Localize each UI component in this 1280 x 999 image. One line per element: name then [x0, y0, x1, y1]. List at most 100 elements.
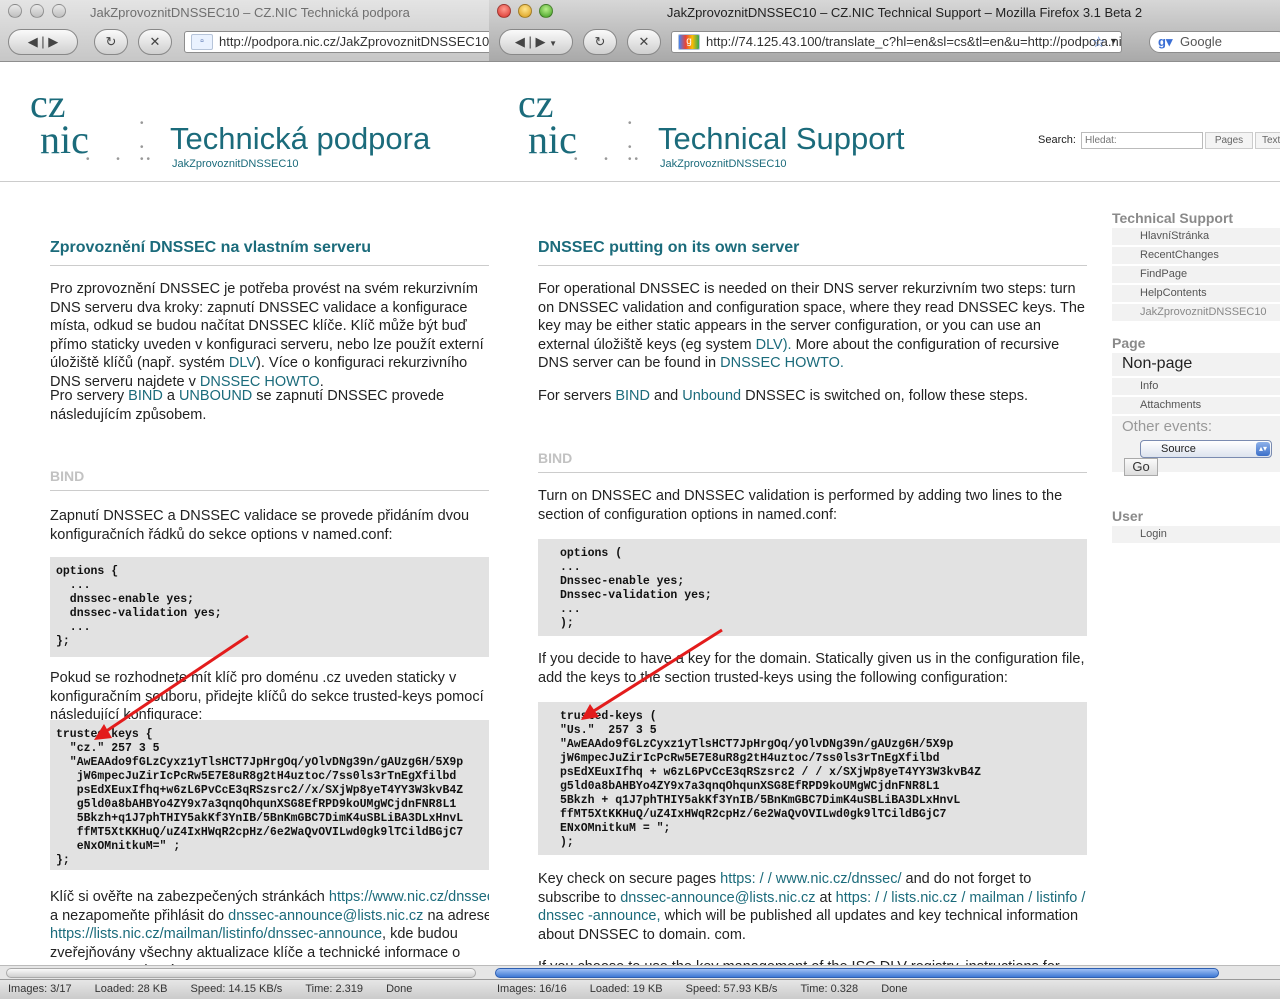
back-forward-buttons[interactable]: ◀ | ▶ ▼	[499, 29, 573, 55]
google-search-icon[interactable]: g▾	[1158, 32, 1172, 52]
servers-text-mid: a	[162, 388, 179, 404]
intro-paragraph: For operational DNSSEC is needed on thei…	[538, 280, 1087, 373]
stop-icon: ✕	[149, 34, 161, 49]
announce-email-link[interactable]: dnssec-announce@lists.nic.cz	[228, 908, 423, 924]
servers-text-mid: and	[650, 388, 683, 404]
google-favicon-icon: g	[678, 34, 700, 50]
status-loaded: Loaded: 19 KB	[589, 983, 663, 995]
verify-text-mid2: at	[815, 889, 836, 906]
history-dropdown-icon[interactable]: ▼	[549, 39, 557, 48]
verify-text-mid2: na adrese	[423, 907, 489, 924]
bind-section-heading: BIND	[50, 468, 489, 491]
unbound-link[interactable]: Unbound	[682, 388, 741, 404]
status-state: Done	[386, 983, 413, 995]
sidebar-page-current: Non-page	[1112, 353, 1280, 376]
forward-arrow-icon[interactable]: ▶	[48, 34, 58, 49]
browser-window-czech[interactable]: JakZprovoznitDNSSEC10 – CZ.NIC Technická…	[0, 0, 489, 999]
browser-window-english[interactable]: JakZprovoznitDNSSEC10 – CZ.NIC Technical…	[489, 0, 1280, 999]
go-button[interactable]: Go	[1124, 458, 1158, 476]
nic-dnssec-link[interactable]: https: / / www.nic.cz/dnssec/	[720, 871, 901, 887]
status-images: Images: 3/17	[8, 983, 72, 995]
zoom-window-button[interactable]	[52, 4, 66, 18]
search-label: Search:	[1038, 134, 1076, 146]
search-text-button[interactable]: Text	[1255, 132, 1280, 149]
site-title: Technical Support	[658, 121, 905, 156]
servers-text: Pro servery	[50, 388, 129, 404]
forward-arrow-icon[interactable]: ▶	[536, 34, 546, 49]
nic-dnssec-link[interactable]: https://www.nic.cz/dnssec/	[329, 889, 489, 905]
logo-dots-vertical-icon: • • •	[628, 118, 632, 165]
url-bar[interactable]: g http://74.125.43.100/translate_c?hl=en…	[671, 31, 1122, 53]
minimize-window-button[interactable]	[30, 4, 44, 18]
search-engine-box[interactable]: g▾ Google	[1149, 31, 1280, 53]
scroll-thumb[interactable]	[6, 968, 476, 978]
cznic-logo[interactable]: cz nic	[30, 84, 89, 160]
reload-button[interactable]: ↻	[94, 29, 128, 55]
sidebar-heading-technical-support: Technical Support	[1112, 210, 1234, 226]
site-header: cz nic • • • • • • Technická podpora JakZp…	[0, 62, 489, 182]
trusted-keys-paragraph: If you decide to have a key for the doma…	[538, 651, 1085, 686]
url-text: http://74.125.43.100/translate_c?hl=en&s…	[706, 34, 1122, 49]
bind-link[interactable]: BIND	[128, 388, 163, 404]
sidebar-item-info[interactable]: Info	[1112, 378, 1280, 395]
bind-paragraph: Zapnutí DNSSEC a DNSSEC validace se prov…	[50, 508, 470, 543]
cznic-logo[interactable]: cz nic	[518, 84, 577, 160]
bind-paragraph: Turn on DNSSEC and DNSSEC validation is …	[538, 488, 1063, 523]
page-content: DNSSEC putting on its own server For ope…	[489, 182, 1280, 999]
url-dropdown-icon[interactable]: ▼	[1109, 36, 1118, 46]
dlv-link[interactable]: DLV	[229, 355, 256, 371]
url-text: http://podpora.nic.cz/JakZprovoznitDNSSE…	[219, 34, 489, 49]
bind-link[interactable]: BIND	[615, 388, 650, 404]
search-pages-button[interactable]: Pages	[1205, 132, 1253, 149]
sidebar-item-login[interactable]: Login	[1112, 526, 1280, 543]
status-time: Time: 0.328	[800, 983, 859, 995]
sidebar-item-findpage[interactable]: FindPage	[1112, 266, 1280, 283]
verify-paragraph: Key check on secure pages https: / / www…	[538, 870, 1087, 944]
wiki-sidebar: Technical Support HlavníStránka RecentCh…	[1112, 206, 1280, 543]
back-forward-buttons[interactable]: ◀ | ▶	[8, 29, 78, 55]
sidebar-item-recentchanges[interactable]: RecentChanges	[1112, 247, 1280, 264]
site-header: cz nic • • • • • • Technical Support JakZp…	[489, 62, 1280, 182]
logo-dots-vertical-icon: • • •	[140, 118, 144, 165]
back-arrow-icon[interactable]: ◀	[28, 34, 38, 49]
verify-text: Key check on secure pages	[538, 871, 721, 887]
page-name-link[interactable]: JakZprovoznitDNSSEC10	[172, 158, 299, 170]
options-code-block: options ( ... Dnssec-enable yes; Dnssec-…	[538, 539, 1087, 636]
verify-text: Klíč si ověřte na zabezpečených stránkác…	[50, 889, 329, 905]
sidebar-item-attachments[interactable]: Attachments	[1112, 397, 1280, 414]
trusted-keys-code-block: trusted-keys ( "Us." 257 3 5 "AwEAAdo9fG…	[538, 702, 1087, 855]
stop-button[interactable]: ✕	[627, 29, 661, 55]
sidebar-item-helpcontents[interactable]: HelpContents	[1112, 285, 1280, 302]
howto-link[interactable]: DNSSEC HOWTO.	[720, 355, 844, 371]
stop-button[interactable]: ✕	[138, 29, 172, 55]
select-arrows-icon[interactable]: ▴▾	[1256, 442, 1270, 456]
page-heading: DNSSEC putting on its own server	[538, 239, 1087, 266]
sidebar-heading-user: User	[1112, 508, 1144, 524]
site-title: Technická podpora	[170, 121, 431, 156]
horizontal-scrollbar[interactable]	[489, 965, 1280, 979]
status-loaded: Loaded: 28 KB	[94, 983, 168, 995]
toolbar: JakZprovoznitDNSSEC10 – CZ.NIC Technical…	[489, 0, 1280, 62]
wiki-search-input[interactable]	[1081, 132, 1203, 149]
search-engine-placeholder: Google	[1180, 34, 1222, 49]
url-bar[interactable]: ▫ http://podpora.nic.cz/JakZprovoznitDNS…	[184, 31, 489, 53]
scroll-thumb[interactable]	[495, 968, 1219, 978]
horizontal-scrollbar[interactable]	[0, 965, 489, 979]
back-arrow-icon[interactable]: ◀	[515, 34, 525, 49]
unbound-link[interactable]: UNBOUND	[179, 388, 252, 404]
sidebar-item-current-page[interactable]: JakZprovoznitDNSSEC10	[1112, 304, 1280, 321]
bookmark-star-icon[interactable]: ☆	[1092, 33, 1105, 51]
sidebar-item-hlavnistranka[interactable]: HlavníStránka	[1112, 228, 1280, 245]
events-select[interactable]: Source ▴▾	[1140, 440, 1272, 458]
reload-button[interactable]: ↻	[583, 29, 617, 55]
dlv-link[interactable]: DLV).	[756, 337, 792, 353]
close-window-button[interactable]	[8, 4, 22, 18]
status-time: Time: 2.319	[305, 983, 363, 995]
reload-icon: ↻	[594, 34, 606, 49]
announce-email-link[interactable]: dnssec-announce@lists.nic.cz	[620, 890, 815, 906]
mailman-link[interactable]: https://lists.nic.cz/mailman/listinfo/dn…	[50, 926, 382, 942]
status-speed: Speed: 14.15 KB/s	[190, 983, 283, 995]
status-speed: Speed: 57.93 KB/s	[685, 983, 778, 995]
page-name-link[interactable]: JakZprovoznitDNSSEC10	[660, 158, 787, 170]
status-state: Done	[881, 983, 908, 995]
